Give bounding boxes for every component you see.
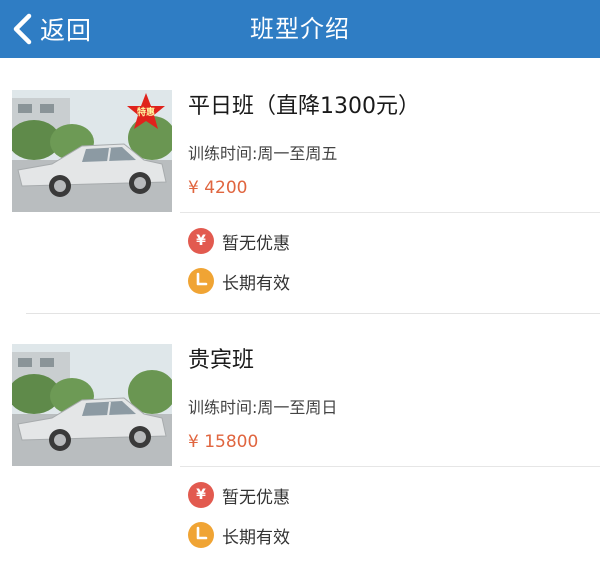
promo-tag: 特惠 <box>136 108 155 118</box>
class-image: 特惠 <box>12 90 172 212</box>
class-name: 平日班（直降1300元） <box>188 94 420 119</box>
chevron-left-icon <box>13 13 32 45</box>
validity-row: 长期有效 <box>188 268 290 294</box>
class-image <box>12 344 172 466</box>
promo-star-badge: 特惠 <box>126 92 166 132</box>
class-price: ¥ 15800 <box>188 432 259 452</box>
validity-text: 长期有效 <box>222 527 290 548</box>
yen-icon: ¥ <box>188 482 214 508</box>
discount-row: ¥ 暂无优惠 <box>188 482 290 508</box>
divider <box>180 466 600 467</box>
divider <box>180 212 600 213</box>
discount-text: 暂无优惠 <box>222 487 290 508</box>
class-price: ¥ 4200 <box>188 178 248 198</box>
clock-icon <box>188 522 214 548</box>
class-name: 贵宾班 <box>188 348 255 373</box>
validity-text: 长期有效 <box>222 273 290 294</box>
class-schedule: 训练时间:周一至周日 <box>188 398 338 417</box>
discount-row: ¥ 暂无优惠 <box>188 228 290 254</box>
back-label: 返回 <box>40 16 93 45</box>
nav-bar: 返回 班型介绍 <box>0 0 600 58</box>
discount-text: 暂无优惠 <box>222 233 290 254</box>
class-card-weekday[interactable]: 特惠 平日班（直降1300元） 训练时间:周一至周五 ¥ 4200 ¥ 暂无优惠… <box>0 60 600 310</box>
back-button[interactable]: 返回 <box>10 0 92 58</box>
class-card-vip[interactable]: 贵宾班 训练时间:周一至周日 ¥ 15800 ¥ 暂无优惠 长期有效 <box>0 314 600 564</box>
validity-row: 长期有效 <box>188 522 290 548</box>
car-image <box>12 344 172 466</box>
class-schedule: 训练时间:周一至周五 <box>188 144 338 163</box>
clock-icon <box>188 268 214 294</box>
yen-icon: ¥ <box>188 228 214 254</box>
